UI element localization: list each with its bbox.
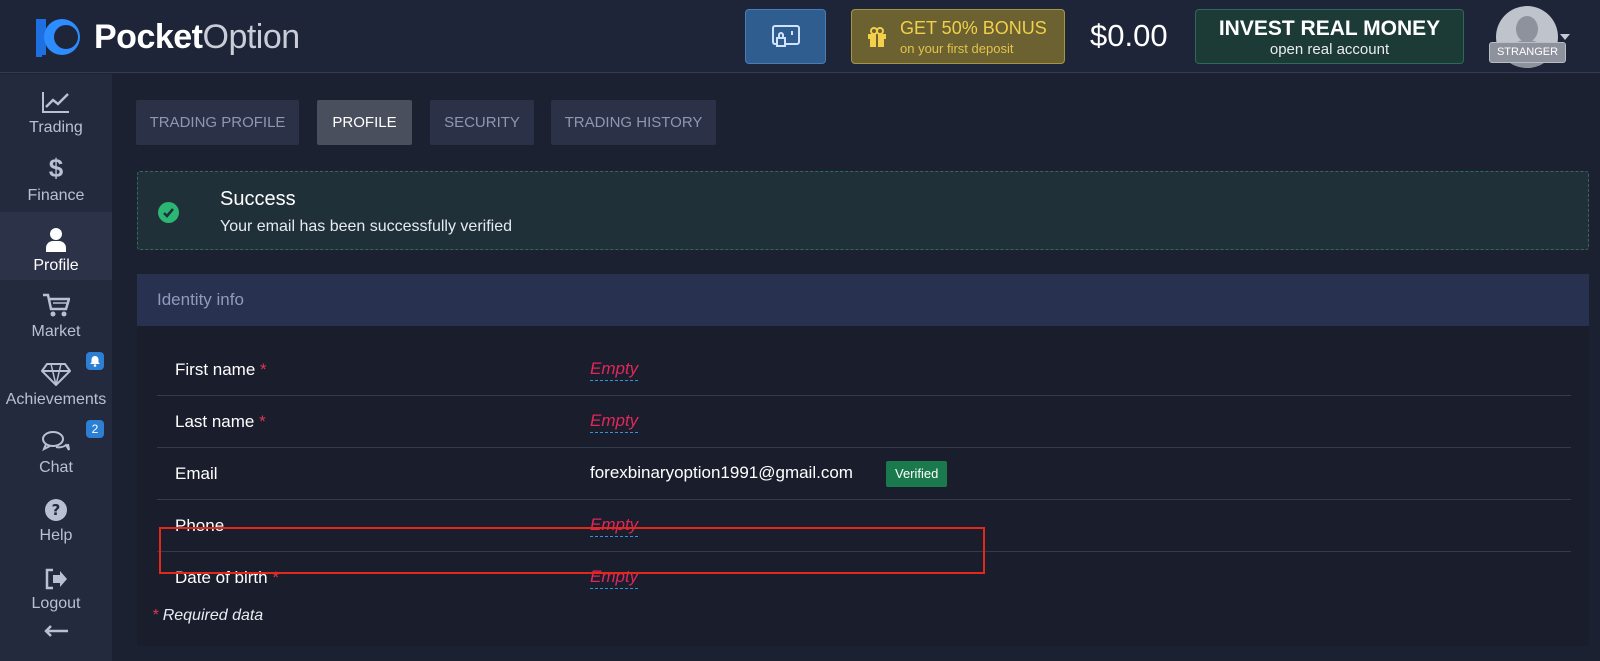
dollar-icon: $ bbox=[48, 153, 64, 183]
screen-lock-icon bbox=[771, 24, 800, 47]
sidebar-item-market[interactable]: Market bbox=[0, 278, 112, 344]
top-header: PocketOption GET 50% BONUS on your first… bbox=[0, 0, 1600, 73]
last-name-label: Last name * bbox=[175, 412, 266, 431]
user-status-badge: STRANGER bbox=[1489, 42, 1566, 63]
notification-badge bbox=[86, 352, 104, 370]
main-content: TRADING PROFILE PROFILE SECURITY TRADING… bbox=[112, 74, 1600, 661]
sidebar-item-label: Market bbox=[31, 323, 81, 340]
account-balance[interactable]: $0.00 bbox=[1090, 18, 1168, 54]
sidebar-item-label: Finance bbox=[27, 187, 85, 204]
phone-row: Phone Empty bbox=[157, 500, 1571, 552]
email-label: Email bbox=[175, 464, 218, 483]
required-data-note: * Required data bbox=[152, 607, 264, 624]
tab-security[interactable]: SECURITY bbox=[430, 100, 534, 145]
phone-field[interactable]: Empty bbox=[590, 515, 639, 537]
first-name-label: First name * bbox=[175, 360, 267, 379]
chevron-down-icon[interactable] bbox=[1560, 34, 1570, 40]
last-name-row: Last name * Empty bbox=[157, 396, 1571, 448]
date-of-birth-label: Date of birth * bbox=[175, 568, 279, 587]
email-value: forexbinaryoption1991@gmail.com bbox=[590, 463, 853, 482]
collapse-sidebar-button[interactable] bbox=[44, 624, 68, 642]
sidebar-item-chat[interactable]: Chat 2 bbox=[0, 414, 112, 480]
invest-real-money-button[interactable]: INVEST REAL MONEY open real account bbox=[1195, 9, 1464, 64]
date-of-birth-field[interactable]: Empty bbox=[590, 567, 639, 589]
sidebar-item-label: Profile bbox=[33, 257, 79, 274]
logo-text-bold: Pocket bbox=[94, 17, 203, 56]
sidebar: Trading $ Finance Profile Market Achieve… bbox=[0, 74, 112, 661]
gift-icon bbox=[868, 26, 886, 47]
user-icon bbox=[46, 228, 66, 252]
arrow-left-icon bbox=[44, 625, 68, 637]
alert-title: Success bbox=[220, 188, 296, 210]
sidebar-item-label: Trading bbox=[29, 119, 83, 136]
bonus-subtitle: on your first deposit bbox=[900, 40, 1014, 56]
alert-message: Your email has been successfully verifie… bbox=[220, 218, 513, 235]
tab-trading-history[interactable]: TRADING HISTORY bbox=[551, 100, 716, 145]
sidebar-item-help[interactable]: ? Help bbox=[0, 482, 112, 548]
avatar-head-shape bbox=[1516, 16, 1538, 42]
bonus-button[interactable]: GET 50% BONUS on your first deposit bbox=[851, 9, 1065, 64]
sidebar-item-label: Chat bbox=[39, 459, 73, 476]
screen-lock-button[interactable] bbox=[745, 9, 826, 64]
first-name-field[interactable]: Empty bbox=[590, 359, 639, 381]
tab-trading-profile[interactable]: TRADING PROFILE bbox=[136, 100, 299, 145]
required-star: * bbox=[272, 568, 279, 587]
sidebar-item-finance[interactable]: $ Finance bbox=[0, 142, 112, 208]
chart-line-icon bbox=[42, 92, 69, 113]
diamond-icon bbox=[41, 363, 71, 386]
sidebar-item-profile[interactable]: Profile bbox=[0, 212, 112, 280]
invest-subtitle: open real account bbox=[1269, 41, 1390, 58]
last-name-field[interactable]: Empty bbox=[590, 411, 639, 433]
check-circle-icon bbox=[158, 202, 179, 223]
sidebar-item-logout[interactable]: Logout bbox=[0, 550, 112, 616]
bell-icon bbox=[90, 356, 100, 367]
logo-text-light: Option bbox=[202, 17, 301, 56]
sidebar-item-label: Help bbox=[39, 527, 73, 544]
cart-icon bbox=[43, 293, 70, 317]
logo-mark-icon bbox=[36, 19, 80, 57]
success-alert: Success Your email has been successfully… bbox=[137, 171, 1589, 250]
required-star: * bbox=[260, 360, 267, 379]
date-of-birth-row: Date of birth * Empty bbox=[157, 552, 1571, 604]
verified-badge: Verified bbox=[886, 461, 948, 487]
svg-text:?: ? bbox=[52, 501, 61, 519]
chat-count-badge: 2 bbox=[86, 420, 104, 438]
logout-icon bbox=[45, 568, 67, 590]
phone-label: Phone bbox=[175, 516, 225, 535]
sidebar-item-label: Logout bbox=[31, 595, 81, 612]
logo[interactable]: PocketOption bbox=[36, 17, 300, 57]
question-icon: ? bbox=[45, 499, 67, 521]
tab-profile[interactable]: PROFILE bbox=[317, 100, 412, 145]
invest-title: INVEST REAL MONEY bbox=[1218, 17, 1441, 40]
first-name-row: First name * Empty bbox=[157, 344, 1571, 396]
sidebar-item-trading[interactable]: Trading bbox=[0, 74, 112, 140]
panel-heading: Identity info bbox=[137, 274, 1589, 326]
chat-icon bbox=[42, 431, 70, 452]
bonus-title: GET 50% BONUS bbox=[900, 17, 1047, 38]
sidebar-item-achievements[interactable]: Achievements bbox=[0, 346, 112, 412]
sidebar-item-label: Achievements bbox=[5, 391, 107, 408]
identity-info-panel: Identity info First name * Empty Last na… bbox=[137, 274, 1589, 646]
email-row: Email forexbinaryoption1991@gmail.com Ve… bbox=[157, 448, 1571, 500]
required-star: * bbox=[259, 412, 266, 431]
